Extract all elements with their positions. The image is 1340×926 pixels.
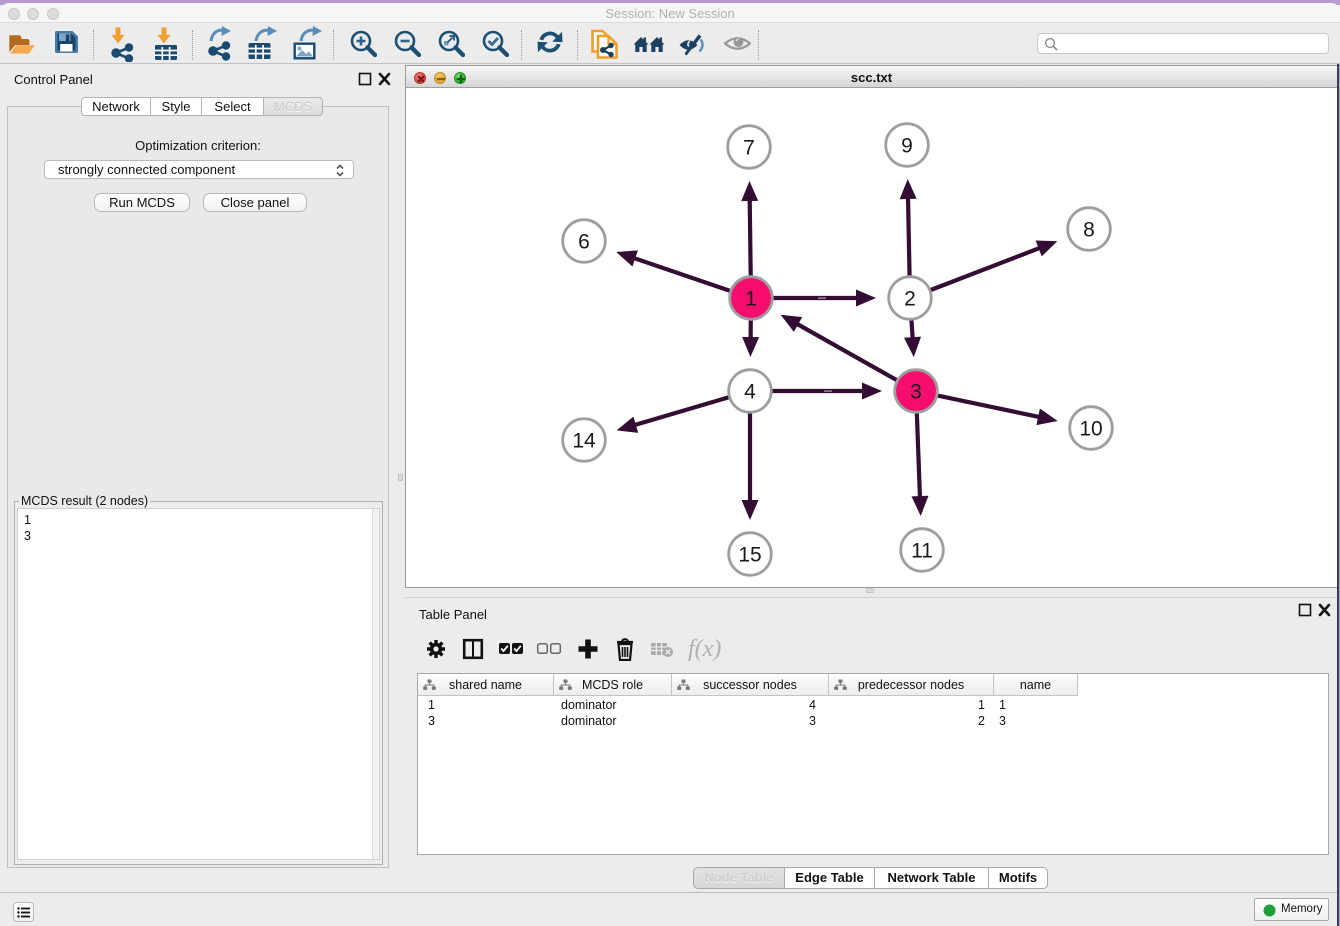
svg-text:8: 8 (1083, 219, 1095, 242)
svg-text:6: 6 (578, 231, 590, 254)
svg-text:11: 11 (911, 540, 933, 563)
svg-text:1: 1 (745, 288, 757, 311)
svg-text:3: 3 (910, 381, 922, 404)
svg-text:10: 10 (1079, 418, 1102, 441)
svg-text:9: 9 (901, 135, 913, 158)
svg-text:7: 7 (743, 137, 755, 160)
svg-text:4: 4 (744, 381, 756, 404)
svg-text:14: 14 (572, 430, 596, 453)
svg-text:2: 2 (904, 288, 916, 311)
svg-text:15: 15 (738, 544, 761, 567)
